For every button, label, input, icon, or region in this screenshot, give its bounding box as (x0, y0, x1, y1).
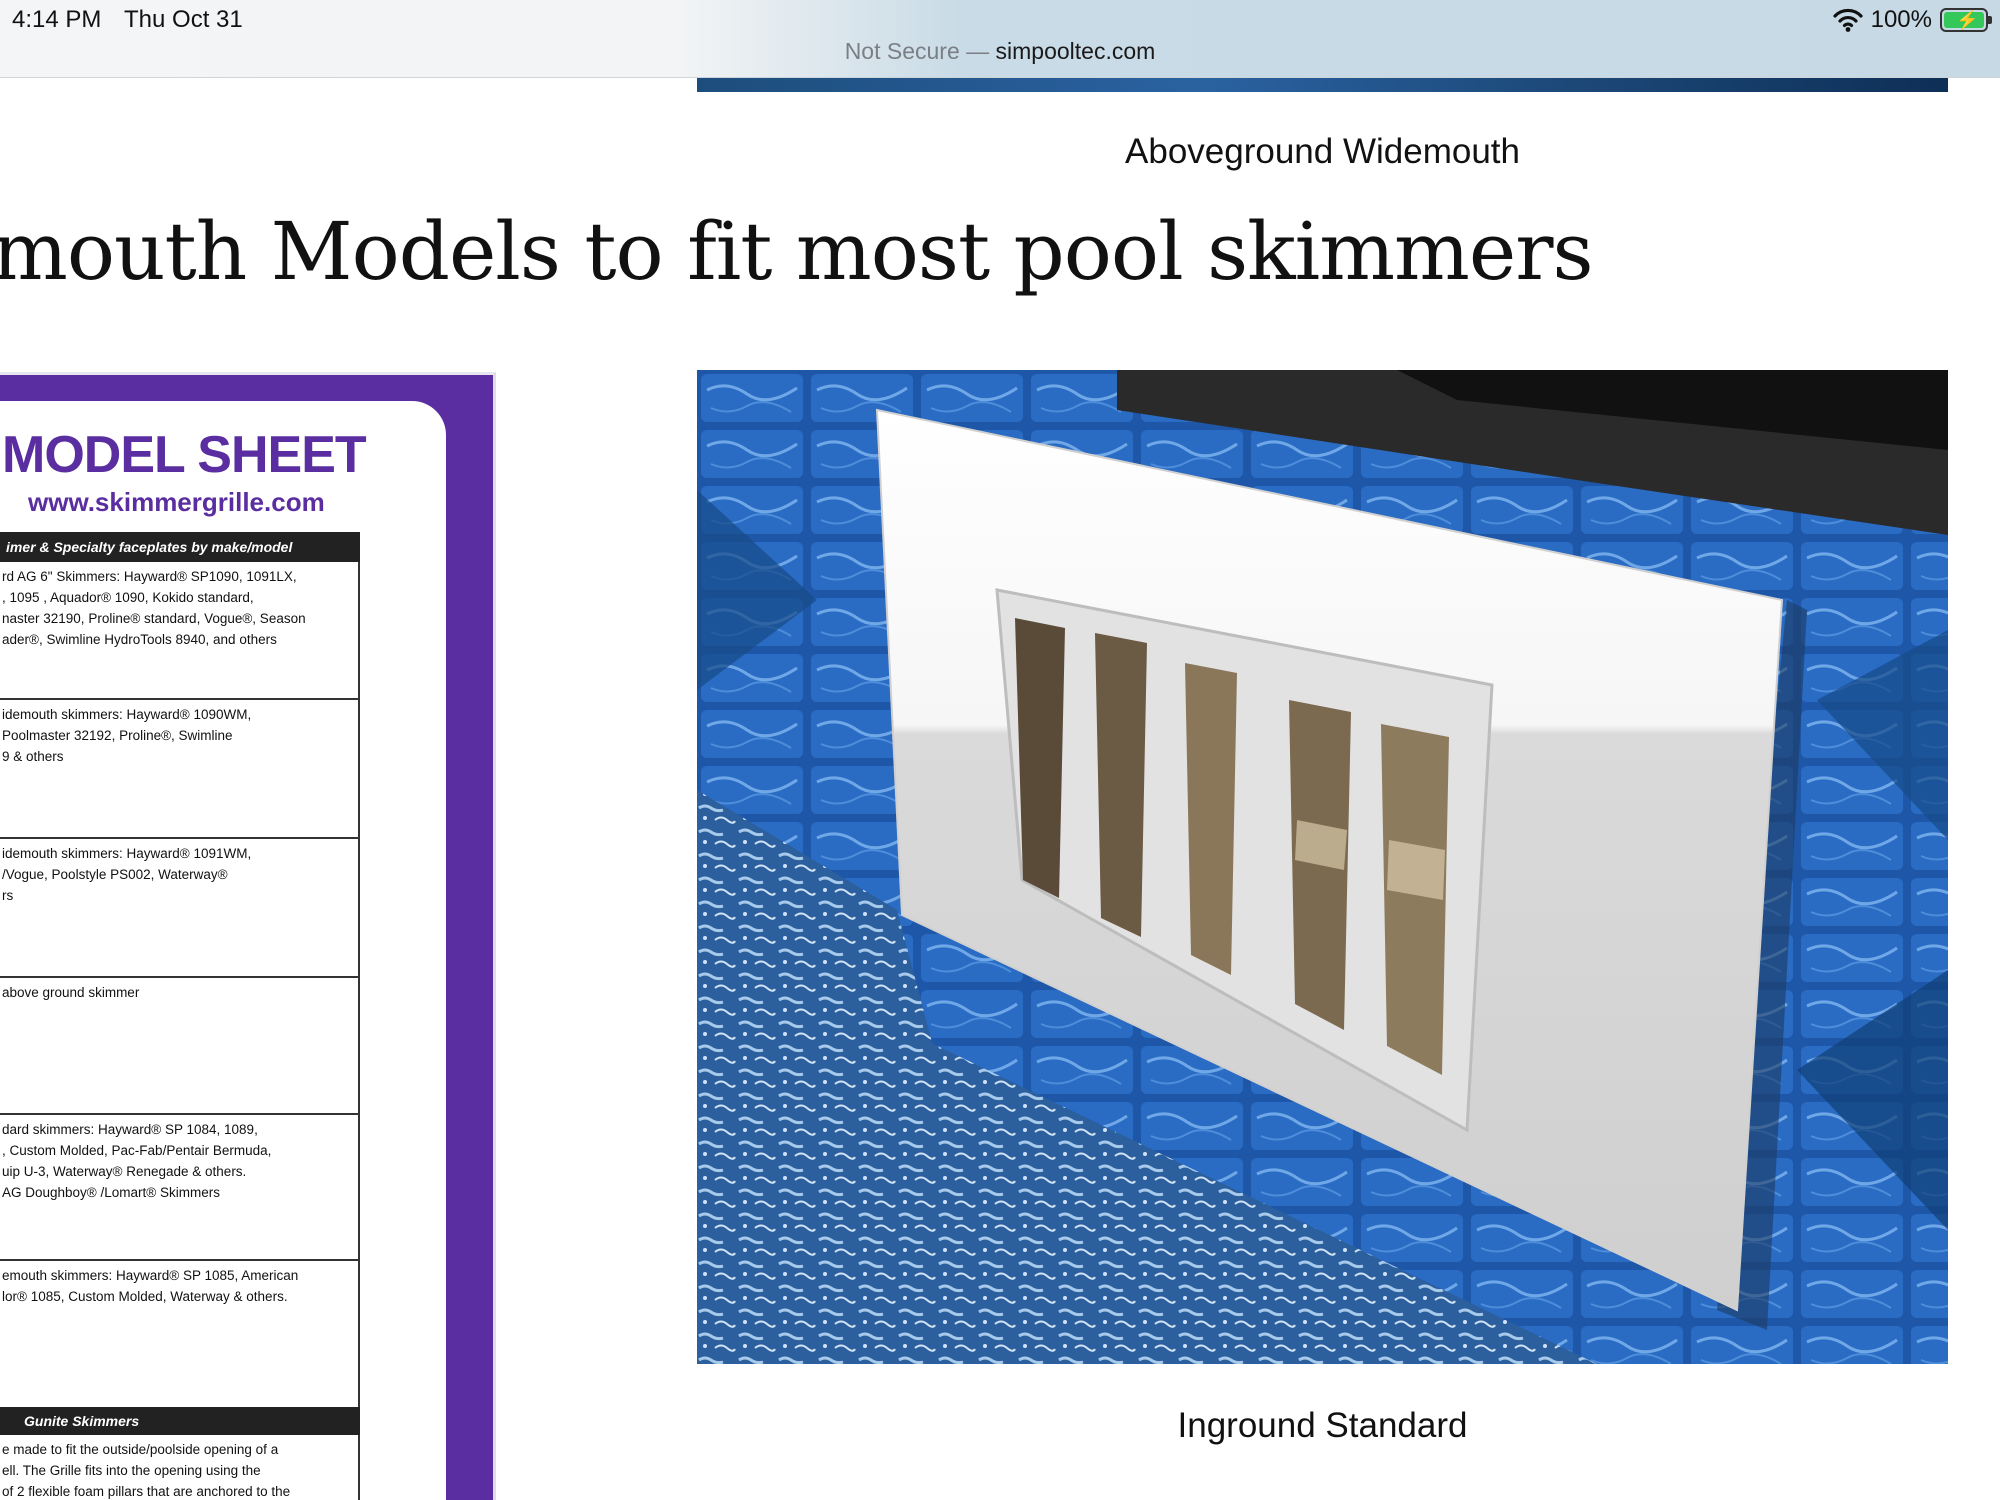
page-heading: mouth Models to fit most pool skimmers (0, 205, 1594, 298)
sheet-row: above ground skimmer (0, 978, 360, 1115)
model-sheet-url: www.skimmergrille.com (28, 487, 325, 517)
browser-top-bar: 4:14 PM Thu Oct 31 100% ⚡ Not Secure — s… (0, 0, 2000, 78)
status-indicators: 100% ⚡ (1833, 5, 1992, 35)
sheet-row: rd AG 6" Skimmers: Hayward® SP1090, 1091… (0, 562, 360, 700)
url-domain: simpooltec.com (995, 38, 1156, 64)
model-sheet-image[interactable]: MODEL SHEET www.skimmergrille.com imer &… (0, 372, 496, 1500)
wifi-icon (1833, 8, 1863, 32)
sheet-row: idemouth skimmers: Hayward® 1090WM, Poolm… (0, 700, 360, 839)
battery-charging-icon: ⚡ (1940, 8, 1992, 32)
inground-standard-photo[interactable] (697, 370, 1948, 1364)
model-sheet-title: MODEL SHEET (2, 426, 367, 484)
caption-inground-standard: Inground Standard (1177, 1406, 1468, 1445)
battery-percent: 100% (1870, 6, 1932, 33)
sheet-row: e made to fit the outside/poolside openi… (0, 1435, 360, 1500)
gunite-header-bar: Gunite Skimmers (0, 1407, 360, 1435)
sheet-row: emouth skimmers: Hayward® SP 1085, Ameri… (0, 1261, 360, 1407)
url-separator: — (959, 38, 996, 64)
model-sheet-paper: MODEL SHEET www.skimmergrille.com imer &… (0, 401, 446, 1500)
status-date: Thu Oct 31 (124, 6, 243, 33)
sheet-row: idemouth skimmers: Hayward® 1091WM,/Vogu… (0, 839, 360, 978)
not-secure-label: Not Secure (844, 38, 960, 64)
sheet-row: dard skimmers: Hayward® SP 1084, 1089,, … (0, 1115, 360, 1261)
status-time: 4:14 PM (12, 6, 102, 33)
model-sheet-header-bar: imer & Specialty faceplates by make/mode… (0, 532, 360, 562)
previous-photo-edge (697, 78, 1948, 92)
skimmer-grille-illustration (697, 370, 1948, 1364)
address-bar[interactable]: Not Secure — simpooltec.com (0, 38, 2000, 65)
caption-aboveground-widemouth: Aboveground Widemouth (1125, 132, 1520, 171)
